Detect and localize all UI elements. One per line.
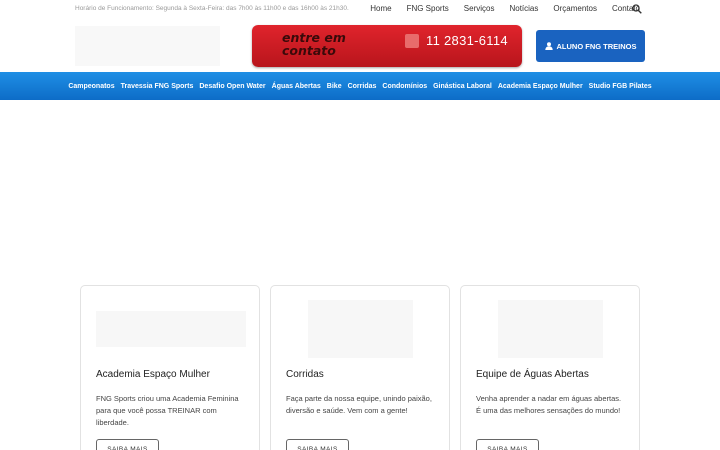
nav-desafio-open-water[interactable]: Desafio Open Water bbox=[199, 83, 265, 90]
service-cards: Academia Espaço Mulher FNG Sports criou … bbox=[80, 285, 640, 450]
nav-academia-espaco-mulher[interactable]: Academia Espaço Mulher bbox=[498, 83, 583, 90]
card-description: FNG Sports criou uma Academia Feminina p… bbox=[96, 394, 239, 427]
card-title: Academia Espaço Mulher bbox=[96, 369, 210, 380]
nav-studio-fgb-pilates[interactable]: Studio FGB Pilates bbox=[589, 83, 652, 90]
category-nav: Campeonatos Travessia FNG Sports Desafio… bbox=[0, 72, 720, 100]
aluno-button-label: ALUNO FNG TREINOS bbox=[556, 41, 637, 51]
card-image bbox=[96, 311, 246, 347]
aluno-fng-treinos-button[interactable]: ALUNO FNG TREINOS bbox=[536, 30, 645, 62]
user-icon bbox=[544, 42, 553, 50]
card-title: Equipe de Águas Abertas bbox=[476, 369, 589, 380]
card-corridas: Corridas Faça parte da nossa equipe, uni… bbox=[270, 285, 450, 450]
nav-home[interactable]: Home bbox=[370, 4, 391, 13]
nav-corridas[interactable]: Corridas bbox=[348, 83, 377, 90]
nav-ginastica-laboral[interactable]: Ginástica Laboral bbox=[433, 83, 492, 90]
nav-bike[interactable]: Bike bbox=[327, 83, 342, 90]
phone-icon bbox=[405, 34, 419, 48]
saiba-mais-button[interactable]: SAIBA MAIS bbox=[286, 439, 349, 450]
nav-noticias[interactable]: Notícias bbox=[509, 4, 538, 13]
hero-banner bbox=[0, 100, 720, 270]
nav-fng-sports[interactable]: FNG Sports bbox=[407, 4, 449, 13]
saiba-mais-button[interactable]: SAIBA MAIS bbox=[96, 439, 159, 450]
card-description: Venha aprender a nadar em águas abertas.… bbox=[476, 394, 622, 415]
card-aguas-abertas: Equipe de Águas Abertas Venha aprender a… bbox=[460, 285, 640, 450]
header: entre em contato 11 2831-6114 ALUNO FNG … bbox=[0, 20, 720, 72]
contact-banner-label: entre em contato bbox=[282, 30, 346, 58]
business-hours: Horário de Funcionamento: Segunda à Sext… bbox=[75, 5, 349, 12]
top-nav: Home FNG Sports Serviços Notícias Orçame… bbox=[355, 4, 640, 13]
nav-servicos[interactable]: Serviços bbox=[464, 4, 495, 13]
card-academia: Academia Espaço Mulher FNG Sports criou … bbox=[80, 285, 260, 450]
nav-campeonatos[interactable]: Campeonatos bbox=[68, 83, 114, 90]
top-bar: Horário de Funcionamento: Segunda à Sext… bbox=[0, 0, 720, 20]
card-image bbox=[498, 300, 603, 358]
search-icon[interactable] bbox=[632, 4, 642, 14]
nav-orcamentos[interactable]: Orçamentos bbox=[553, 4, 597, 13]
contact-banner[interactable]: entre em contato 11 2831-6114 bbox=[252, 25, 522, 67]
saiba-mais-button[interactable]: SAIBA MAIS bbox=[476, 439, 539, 450]
nav-condominios[interactable]: Condomínios bbox=[382, 83, 427, 90]
card-image bbox=[308, 300, 413, 358]
card-title: Corridas bbox=[286, 369, 324, 380]
nav-aguas-abertas[interactable]: Águas Abertas bbox=[272, 83, 321, 90]
phone-number: 11 2831-6114 bbox=[426, 33, 508, 48]
nav-travessia[interactable]: Travessia FNG Sports bbox=[121, 83, 194, 90]
card-description: Faça parte da nossa equipe, unindo paixã… bbox=[286, 394, 432, 415]
logo[interactable] bbox=[75, 26, 220, 66]
